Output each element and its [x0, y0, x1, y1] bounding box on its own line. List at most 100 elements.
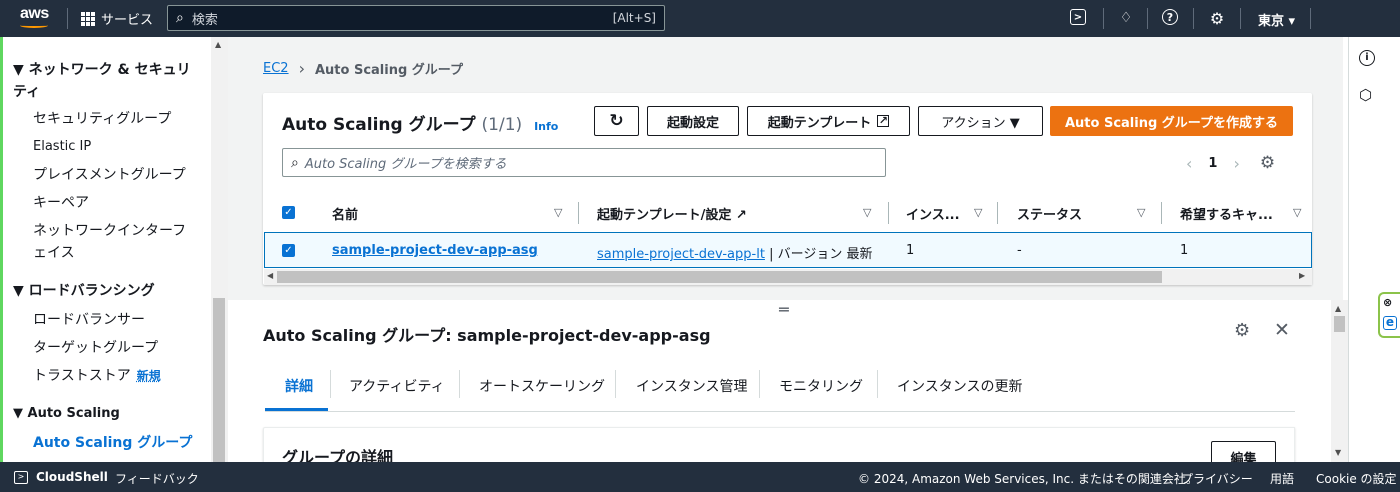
sidebar-item-trust-stores[interactable]: トラストストア 新規 [33, 365, 161, 387]
sidebar-item-target-groups[interactable]: ターゲットグループ [33, 337, 158, 359]
panel-settings-gear-icon[interactable]: ⚙ [1234, 320, 1250, 341]
asg-search-placeholder: Auto Scaling グループを検索する [304, 157, 507, 172]
column-header-status[interactable]: ステータス [1017, 204, 1082, 223]
actions-dropdown[interactable]: アクション ▼ [918, 106, 1043, 136]
external-link-icon: ↗ [735, 208, 747, 223]
launch-config-button[interactable]: 起動設定 [647, 106, 739, 136]
launch-template-button[interactable]: 起動テンプレート ↗ [747, 106, 910, 136]
column-separator[interactable] [578, 202, 579, 224]
search-icon: ⌕ [291, 154, 299, 171]
tab-auto-scaling[interactable]: オートスケーリング [479, 376, 605, 396]
topbar-separator [1310, 8, 1311, 29]
region-selector[interactable]: 東京 ▾ [1258, 10, 1295, 29]
sort-icon[interactable]: ▽ [1293, 206, 1301, 219]
column-header-name[interactable]: 名前 [332, 204, 358, 223]
services-label: サービス [101, 13, 154, 28]
info-link[interactable]: Info [534, 120, 558, 133]
info-icon[interactable]: i [1359, 50, 1375, 66]
column-header-instances[interactable]: インス... [906, 204, 960, 223]
row-checkbox[interactable]: ✓ [282, 244, 295, 257]
sort-icon[interactable]: ▽ [974, 206, 982, 219]
footer-privacy-link[interactable]: プライバシー [1181, 470, 1253, 487]
resize-handle-icon[interactable]: ═ [779, 300, 789, 319]
tab-instance-management[interactable]: インスタンス管理 [636, 376, 747, 396]
tab-instance-refresh[interactable]: インスタンスの更新 [897, 376, 1022, 396]
cloudshell-icon[interactable]: > [1070, 9, 1086, 25]
extension-logo-icon[interactable]: e [1383, 316, 1397, 330]
aws-logo[interactable]: aws [20, 5, 49, 23]
help-icon[interactable]: ? [1162, 9, 1178, 25]
chevron-right-icon[interactable]: › [1233, 154, 1239, 173]
close-icon[interactable]: ✕ [1274, 319, 1290, 341]
bell-icon[interactable]: ♢ [1117, 9, 1135, 27]
scroll-left-arrow-icon[interactable]: ◀ [267, 271, 273, 280]
scroll-down-arrow-icon[interactable]: ▼ [1335, 448, 1341, 457]
asg-search-input[interactable]: ⌕ Auto Scaling グループを検索する [282, 148, 886, 177]
sidebar-item-load-balancers[interactable]: ロードバランサー [33, 309, 145, 331]
column-header-desired[interactable]: 希望するキャ... [1180, 204, 1273, 223]
sidebar-section-network[interactable]: ▼ ネットワーク & セキュリティ [13, 59, 198, 103]
asg-name-link[interactable]: sample-project-dev-app-asg [332, 243, 538, 258]
aws-smile-icon [20, 23, 48, 28]
footer-cookie-link[interactable]: Cookie の設定 [1316, 470, 1397, 487]
footer-cloudshell-link[interactable]: CloudShell [36, 470, 108, 484]
external-link-icon: ↗ [877, 114, 890, 127]
column-separator[interactable] [997, 202, 998, 224]
settings-gear-icon[interactable]: ⚙ [1260, 153, 1275, 173]
create-asg-button[interactable]: Auto Scaling グループを作成する [1050, 106, 1293, 136]
sidebar-section-auto-scaling[interactable]: ▼ Auto Scaling [13, 403, 120, 425]
sidebar-item-elastic-ip[interactable]: Elastic IP [33, 136, 91, 158]
scroll-up-arrow-icon[interactable]: ▲ [1335, 304, 1341, 313]
tab-activity[interactable]: アクティビティ [349, 376, 445, 396]
search-icon: ⌕ [176, 10, 184, 26]
refresh-button[interactable]: ↻ [594, 106, 639, 136]
asg-table-title: Auto Scaling グループ (1/1) Info [282, 110, 558, 135]
sidebar-item-key-pairs[interactable]: キーペア [33, 192, 89, 214]
sidebar-scrollbar-thumb[interactable] [213, 298, 225, 462]
global-search-placeholder: 検索 [191, 12, 218, 28]
gear-icon[interactable]: ⚙ [1208, 9, 1226, 28]
panel-scrollbar-thumb[interactable] [1334, 316, 1345, 332]
column-header-launch-template[interactable]: 起動テンプレート/設定 ↗ [597, 204, 747, 223]
topbar-separator [1193, 8, 1194, 29]
sidebar-item-placement-groups[interactable]: プレイスメントグループ [33, 164, 186, 186]
scroll-right-arrow-icon[interactable]: ▶ [1299, 271, 1305, 280]
sort-icon[interactable]: ▽ [554, 206, 562, 219]
new-badge: 新規 [136, 369, 161, 383]
tab-details[interactable]: 詳細 [285, 376, 313, 396]
sort-icon[interactable]: ▽ [1137, 206, 1145, 219]
tab-separator [615, 370, 616, 398]
select-all-checkbox[interactable]: ✓ [282, 206, 295, 219]
sidebar-section-load-balancing[interactable]: ▼ ロードバランシング [13, 280, 155, 302]
sidebar-item-security-groups[interactable]: セキュリティグループ [33, 108, 171, 130]
tab-separator [877, 370, 878, 398]
cloudshell-icon[interactable]: > [14, 471, 28, 484]
actions-label: アクション ▼ [941, 115, 1020, 131]
hexagon-icon[interactable]: ⬡ [1359, 86, 1372, 104]
breadcrumb-ec2-link[interactable]: EC2 [263, 61, 289, 76]
column-separator[interactable] [888, 202, 889, 224]
sort-icon[interactable]: ▽ [863, 206, 871, 219]
footer-terms-link[interactable]: 用語 [1270, 470, 1294, 487]
sidebar-item-auto-scaling-groups[interactable]: Auto Scaling グループ [33, 432, 192, 454]
close-circle-icon[interactable]: ⊗ [1383, 296, 1392, 309]
launch-template-link[interactable]: sample-project-dev-app-lt [597, 247, 765, 262]
scroll-up-arrow-icon[interactable]: ▲ [215, 40, 221, 49]
footer-feedback-link[interactable]: フィードバック [115, 470, 199, 487]
chevron-left-icon[interactable]: ‹ [1186, 154, 1192, 173]
services-menu-button[interactable]: サービス [81, 9, 153, 28]
group-details-container [263, 427, 1295, 467]
global-search-input[interactable]: ⌕ 検索 [Alt+S] [167, 5, 665, 31]
page-number[interactable]: 1 [1208, 156, 1217, 171]
column-separator[interactable] [1161, 202, 1162, 224]
launch-template-header-text: 起動テンプレート/設定 [597, 208, 732, 223]
sidebar-item-network-interfaces[interactable]: ネットワークインターフェイス [33, 220, 193, 264]
right-tools-panel [1348, 37, 1400, 462]
launch-config-label: 起動設定 [666, 115, 719, 131]
table-header-row [264, 196, 1312, 232]
table-scrollbar-thumb[interactable] [277, 271, 1162, 283]
chevron-right-icon: › [298, 59, 305, 78]
search-shortcut: [Alt+S] [612, 11, 656, 25]
desired-capacity-cell: 1 [1180, 243, 1189, 258]
tab-monitoring[interactable]: モニタリング [779, 376, 863, 396]
